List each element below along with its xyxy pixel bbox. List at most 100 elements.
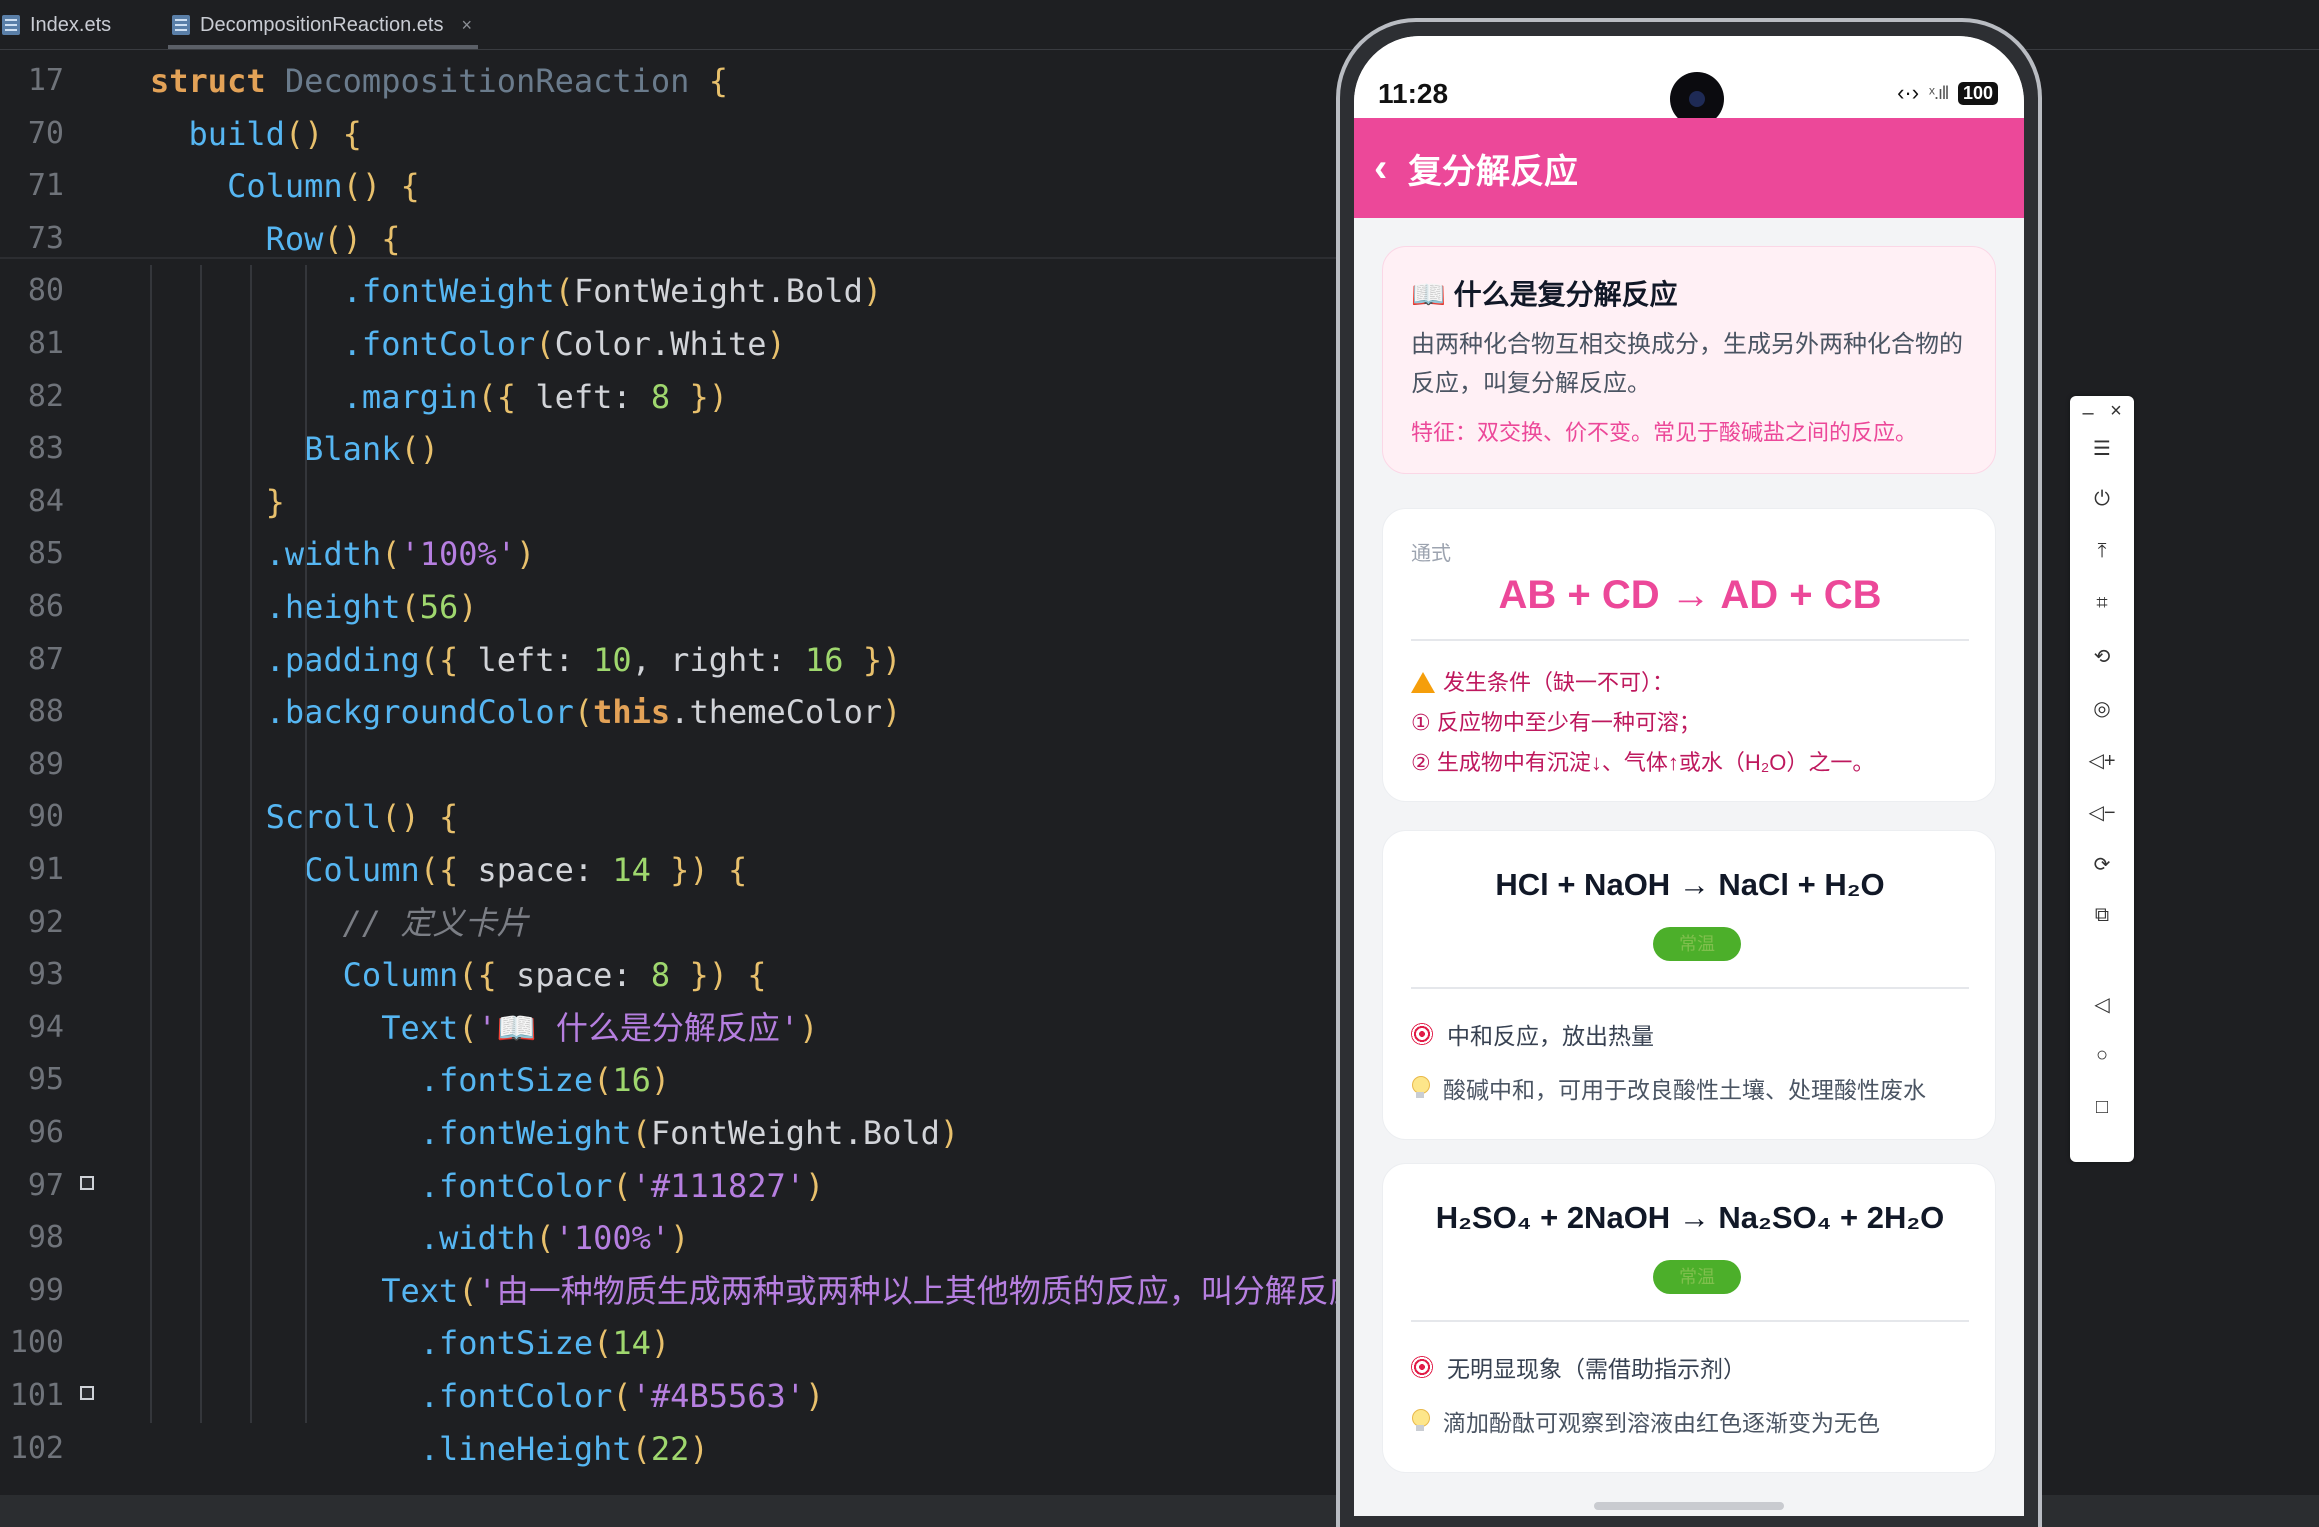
sticky-code-line[interactable]: 17 struct DecompositionReaction { <box>0 55 1360 107</box>
sticky-code-line[interactable]: 71 Column() { <box>0 160 1360 212</box>
sticky-scroll-divider <box>0 257 1360 260</box>
tab-decomposition-reaction-ets[interactable]: DecompositionReaction.ets × <box>168 0 478 50</box>
code-line[interactable]: 101 .fontColor('#4B5563') <box>0 1370 1360 1422</box>
code-line[interactable]: 88 .backgroundColor(this.themeColor) <box>0 686 1360 738</box>
recent-nav-icon[interactable]: □ <box>2070 1096 2134 1119</box>
page-title: 复分解反应 <box>1408 152 1578 191</box>
color-swatch-icon[interactable] <box>80 1386 94 1400</box>
code-line[interactable]: 94 Text('📖 什么是分解反应') <box>0 1002 1360 1054</box>
minimize-icon[interactable]: – <box>2078 402 2098 425</box>
menu-icon[interactable]: ☰ <box>2070 436 2134 461</box>
power-icon[interactable]: ⏻ <box>2070 488 2134 511</box>
code-token: 16 <box>805 640 844 679</box>
multi-device-icon[interactable]: ⧉ <box>2070 904 2134 927</box>
code-area[interactable]: 17 struct DecompositionReaction {70 build… <box>0 55 1393 1495</box>
volume-up-icon[interactable]: ◁+ <box>2070 748 2134 773</box>
code-token: ({ <box>477 377 536 416</box>
code-line[interactable]: 102 .lineHeight(22) <box>0 1423 1360 1475</box>
code-token: }) <box>670 377 728 416</box>
code-line[interactable]: 84 } <box>0 476 1360 528</box>
code-line[interactable]: 82 .margin({ left: 8 }) <box>0 371 1360 423</box>
crop-icon[interactable]: ⌗ <box>2070 592 2134 615</box>
line-number: 83 <box>27 431 64 467</box>
close-tab-icon[interactable]: × <box>461 15 472 36</box>
code-text: } <box>150 476 285 528</box>
line-number: 95 <box>27 1062 64 1098</box>
code-token: Row <box>150 219 324 258</box>
line-number: 91 <box>27 852 64 887</box>
reaction-card[interactable]: HCl + NaOH → NaCl + H₂O 常温 中和反应，放出热量 酸碱中… <box>1382 830 1996 1140</box>
code-token: .height <box>150 588 401 626</box>
code-line[interactable]: 92 // 定义卡片 <box>0 897 1360 949</box>
line-number: 97 <box>27 1167 64 1203</box>
code-text: .fontWeight(FontWeight.Bold) <box>150 1107 959 1159</box>
code-line[interactable]: 89 <box>0 739 1360 791</box>
code-token: ) <box>650 1324 671 1363</box>
line-number: 86 <box>27 589 64 624</box>
reaction-card[interactable]: H₂SO₄ + 2NaOH → Na₂SO₄ + 2H₂O 常温 无明显现象（需… <box>1382 1163 1996 1473</box>
code-line[interactable]: 85 .width('100%') <box>0 528 1360 580</box>
code-line[interactable]: 86 .height(56) <box>0 581 1360 633</box>
home-nav-icon[interactable]: ○ <box>2070 1044 2134 1067</box>
line-number: 81 <box>27 326 64 361</box>
code-token: Column <box>150 167 343 206</box>
code-token: 8 <box>650 377 671 416</box>
code-text: .padding({ left: 10, right: 16 }) <box>150 634 902 686</box>
location-icon[interactable]: ◎ <box>2070 696 2134 721</box>
code-token: ) <box>805 1166 825 1205</box>
shake-icon[interactable]: ⟳ <box>2070 852 2134 877</box>
color-swatch-icon[interactable] <box>80 1175 94 1190</box>
tab-index-ets[interactable]: Index.ets <box>0 0 140 50</box>
code-token: Blank <box>150 430 401 469</box>
pin-top-icon[interactable]: ⤒ <box>2070 540 2134 563</box>
code-line[interactable]: 81 .fontColor(Color.White) <box>0 318 1360 370</box>
line-number: 101 <box>9 1378 64 1413</box>
line-number: 82 <box>27 378 64 414</box>
code-token: .fontWeight <box>150 272 555 311</box>
line-number: 100 <box>9 1325 64 1361</box>
sticky-code-line[interactable]: 70 build() { <box>0 108 1360 160</box>
indent-guide <box>200 265 202 1423</box>
active-tab-indicator <box>168 45 478 49</box>
code-token: ) <box>650 1061 671 1100</box>
code-token: 22 <box>650 1429 690 1468</box>
code-line[interactable]: 93 Column({ space: 8 }) { <box>0 949 1360 1001</box>
target-icon <box>1411 1023 1433 1045</box>
code-line[interactable]: 95 .fontSize(16) <box>0 1054 1360 1106</box>
back-icon[interactable]: ‹ <box>1374 146 1402 191</box>
scroll-content[interactable]: 📖 什么是复分解反应 由两种化合物互相交换成分，生成另外两种化合物的反应，叫复分… <box>1354 218 2024 1516</box>
volume-down-icon[interactable]: ◁− <box>2070 800 2134 825</box>
code-token: ) <box>799 1008 819 1047</box>
code-line[interactable]: 99 Text('由一种物质生成两种或两种以上其他物质的反应，叫分解反应。 <box>0 1265 1393 1317</box>
code-line[interactable]: 98 .width('100%') <box>0 1212 1360 1264</box>
code-line[interactable]: 90 Scroll() { <box>0 791 1360 843</box>
general-formula: AB + CD → AD + CB <box>1498 573 1882 617</box>
code-token: .fontWeight <box>150 1114 632 1152</box>
line-number: 92 <box>27 904 64 940</box>
line-number: 70 <box>27 115 64 151</box>
condition-tag: 常温 <box>1653 927 1741 961</box>
code-line[interactable]: 96 .fontWeight(FontWeight.Bold) <box>0 1107 1360 1159</box>
home-indicator[interactable] <box>1594 1502 1784 1510</box>
code-line[interactable]: 97 .fontColor('#111827') <box>0 1160 1360 1212</box>
phenomenon-row: 中和反应，放出热量 <box>1411 1017 1654 1051</box>
line-number: 80 <box>27 273 64 309</box>
device-screen[interactable]: 11:28 ‹·› ˣ.ıll 100 ‹ 复分解反应 📖 什么是复分解反应 由… <box>1354 36 2024 1516</box>
code-line[interactable]: 91 Column({ space: 14 }) { <box>0 844 1360 896</box>
code-line[interactable]: 100 .fontSize(14) <box>0 1317 1360 1369</box>
code-line[interactable]: 83 Blank() <box>0 423 1360 475</box>
phenomenon-row: 无明显现象（需借助指示剂） <box>1411 1350 1746 1384</box>
back-nav-icon[interactable]: ◁ <box>2070 992 2134 1017</box>
code-line[interactable]: 80 .fontWeight(FontWeight.Bold) <box>0 265 1360 317</box>
code-token: this <box>593 693 671 732</box>
warning-icon <box>1411 672 1435 693</box>
code-line[interactable]: 87 .padding({ left: 10, right: 16 }) <box>0 634 1360 686</box>
code-text: .fontSize(16) <box>150 1054 670 1106</box>
line-number: 17 <box>27 63 64 98</box>
code-text: // 定义卡片 <box>150 897 529 949</box>
code-token: 56 <box>419 588 459 626</box>
code-token: ( <box>458 1271 478 1310</box>
close-icon[interactable]: × <box>2106 400 2126 423</box>
nfc-icon: ‹·› <box>1897 80 1920 105</box>
rotate-icon[interactable]: ⟲ <box>2070 644 2134 669</box>
